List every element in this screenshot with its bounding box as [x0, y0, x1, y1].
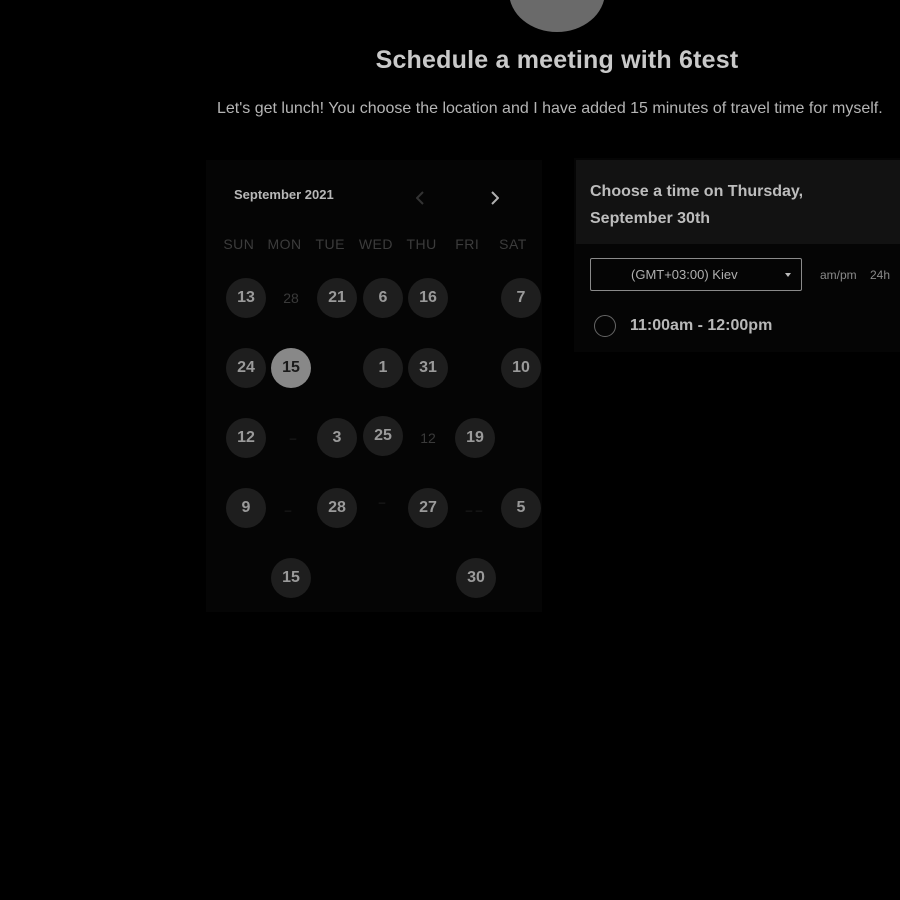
calendar-day[interactable]: 30 — [456, 558, 496, 598]
page-title: Schedule a meeting with 6test — [375, 46, 739, 74]
weekday-label: FRI — [455, 236, 480, 252]
calendar-day[interactable]: 7 — [501, 278, 541, 318]
calendar-day: – — [289, 431, 297, 445]
calendar-day — [226, 558, 266, 598]
calendar-day[interactable]: 19 — [455, 418, 495, 458]
calendar-day[interactable]: 28 — [317, 488, 357, 528]
calendar-day: 28 — [283, 290, 299, 306]
calendar-day[interactable]: 5 — [501, 488, 541, 528]
weekday-label: WED — [358, 236, 393, 252]
timezone-value: (GMT+03:00) Kiev — [631, 267, 738, 282]
calendar-day: 12 — [420, 430, 436, 446]
calendar-day: – — [284, 503, 292, 517]
calendar-day — [317, 348, 357, 388]
weekday-label: SAT — [499, 236, 527, 252]
calendar-day — [317, 558, 357, 598]
weekday-label: THU — [406, 236, 437, 252]
calendar-day[interactable]: 24 — [226, 348, 266, 388]
calendar-day[interactable]: 25 — [363, 416, 403, 456]
calendar-day[interactable]: 16 — [408, 278, 448, 318]
scheduling-page: Schedule a meeting with 6test Let's get … — [0, 0, 900, 900]
calendar-day[interactable]: 27 — [408, 488, 448, 528]
event-description: Let's get lunch! You choose the location… — [217, 100, 883, 117]
calendar-day[interactable]: 12 — [226, 418, 266, 458]
calendar-day[interactable]: 15 — [271, 558, 311, 598]
timezone-select[interactable]: (GMT+03:00) Kiev — [590, 258, 802, 291]
time-slot-option[interactable]: 11:00am - 12:00pm — [594, 313, 772, 339]
calendar-day — [363, 558, 403, 598]
weekday-label: SUN — [223, 236, 255, 252]
weekday-header: SUN MON TUE WED THU FRI SAT — [216, 236, 536, 252]
calendar-day[interactable]: 1 — [363, 348, 403, 388]
calendar-day: – — [378, 495, 386, 509]
calendar-day[interactable]: 10 — [501, 348, 541, 388]
calendar-day — [408, 558, 448, 598]
calendar-day — [501, 558, 541, 598]
avatar — [509, 0, 605, 32]
calendar-day[interactable]: 31 — [408, 348, 448, 388]
weekday-label: MON — [267, 236, 302, 252]
chevron-right-icon — [491, 191, 499, 205]
calendar-day: – – — [465, 503, 483, 517]
calendar-day[interactable]: 21 — [317, 278, 357, 318]
calendar-month-label: September 2021 — [234, 187, 334, 202]
calendar-day-selected[interactable]: 15 — [271, 348, 311, 388]
calendar-day[interactable]: 13 — [226, 278, 266, 318]
selected-date-heading: Choose a time on Thursday, September 30t… — [590, 183, 804, 227]
chevron-left-icon — [416, 191, 424, 205]
next-month-button[interactable] — [485, 186, 505, 210]
calendar-day — [454, 348, 494, 388]
time-panel-header: Choose a time on Thursday, September 30t… — [576, 160, 900, 244]
caret-down-icon — [785, 273, 791, 277]
time-slot-label: 11:00am - 12:00pm — [630, 317, 773, 334]
calendar-day[interactable]: 6 — [363, 278, 403, 318]
calendar-day — [501, 418, 541, 458]
calendar-day — [454, 278, 494, 318]
time-slot-panel: Choose a time on Thursday, September 30t… — [574, 158, 900, 352]
calendar-day[interactable]: 9 — [226, 488, 266, 528]
calendar: September 2021 SUN MON TUE WED THU FRI S… — [206, 160, 542, 612]
prev-month-button[interactable] — [410, 186, 430, 210]
weekday-label: TUE — [315, 236, 345, 252]
calendar-day[interactable]: 3 — [317, 418, 357, 458]
format-24h-toggle[interactable]: 24h — [870, 268, 890, 282]
format-ampm-toggle[interactable]: am/pm — [820, 268, 857, 282]
radio-button[interactable] — [594, 315, 616, 337]
